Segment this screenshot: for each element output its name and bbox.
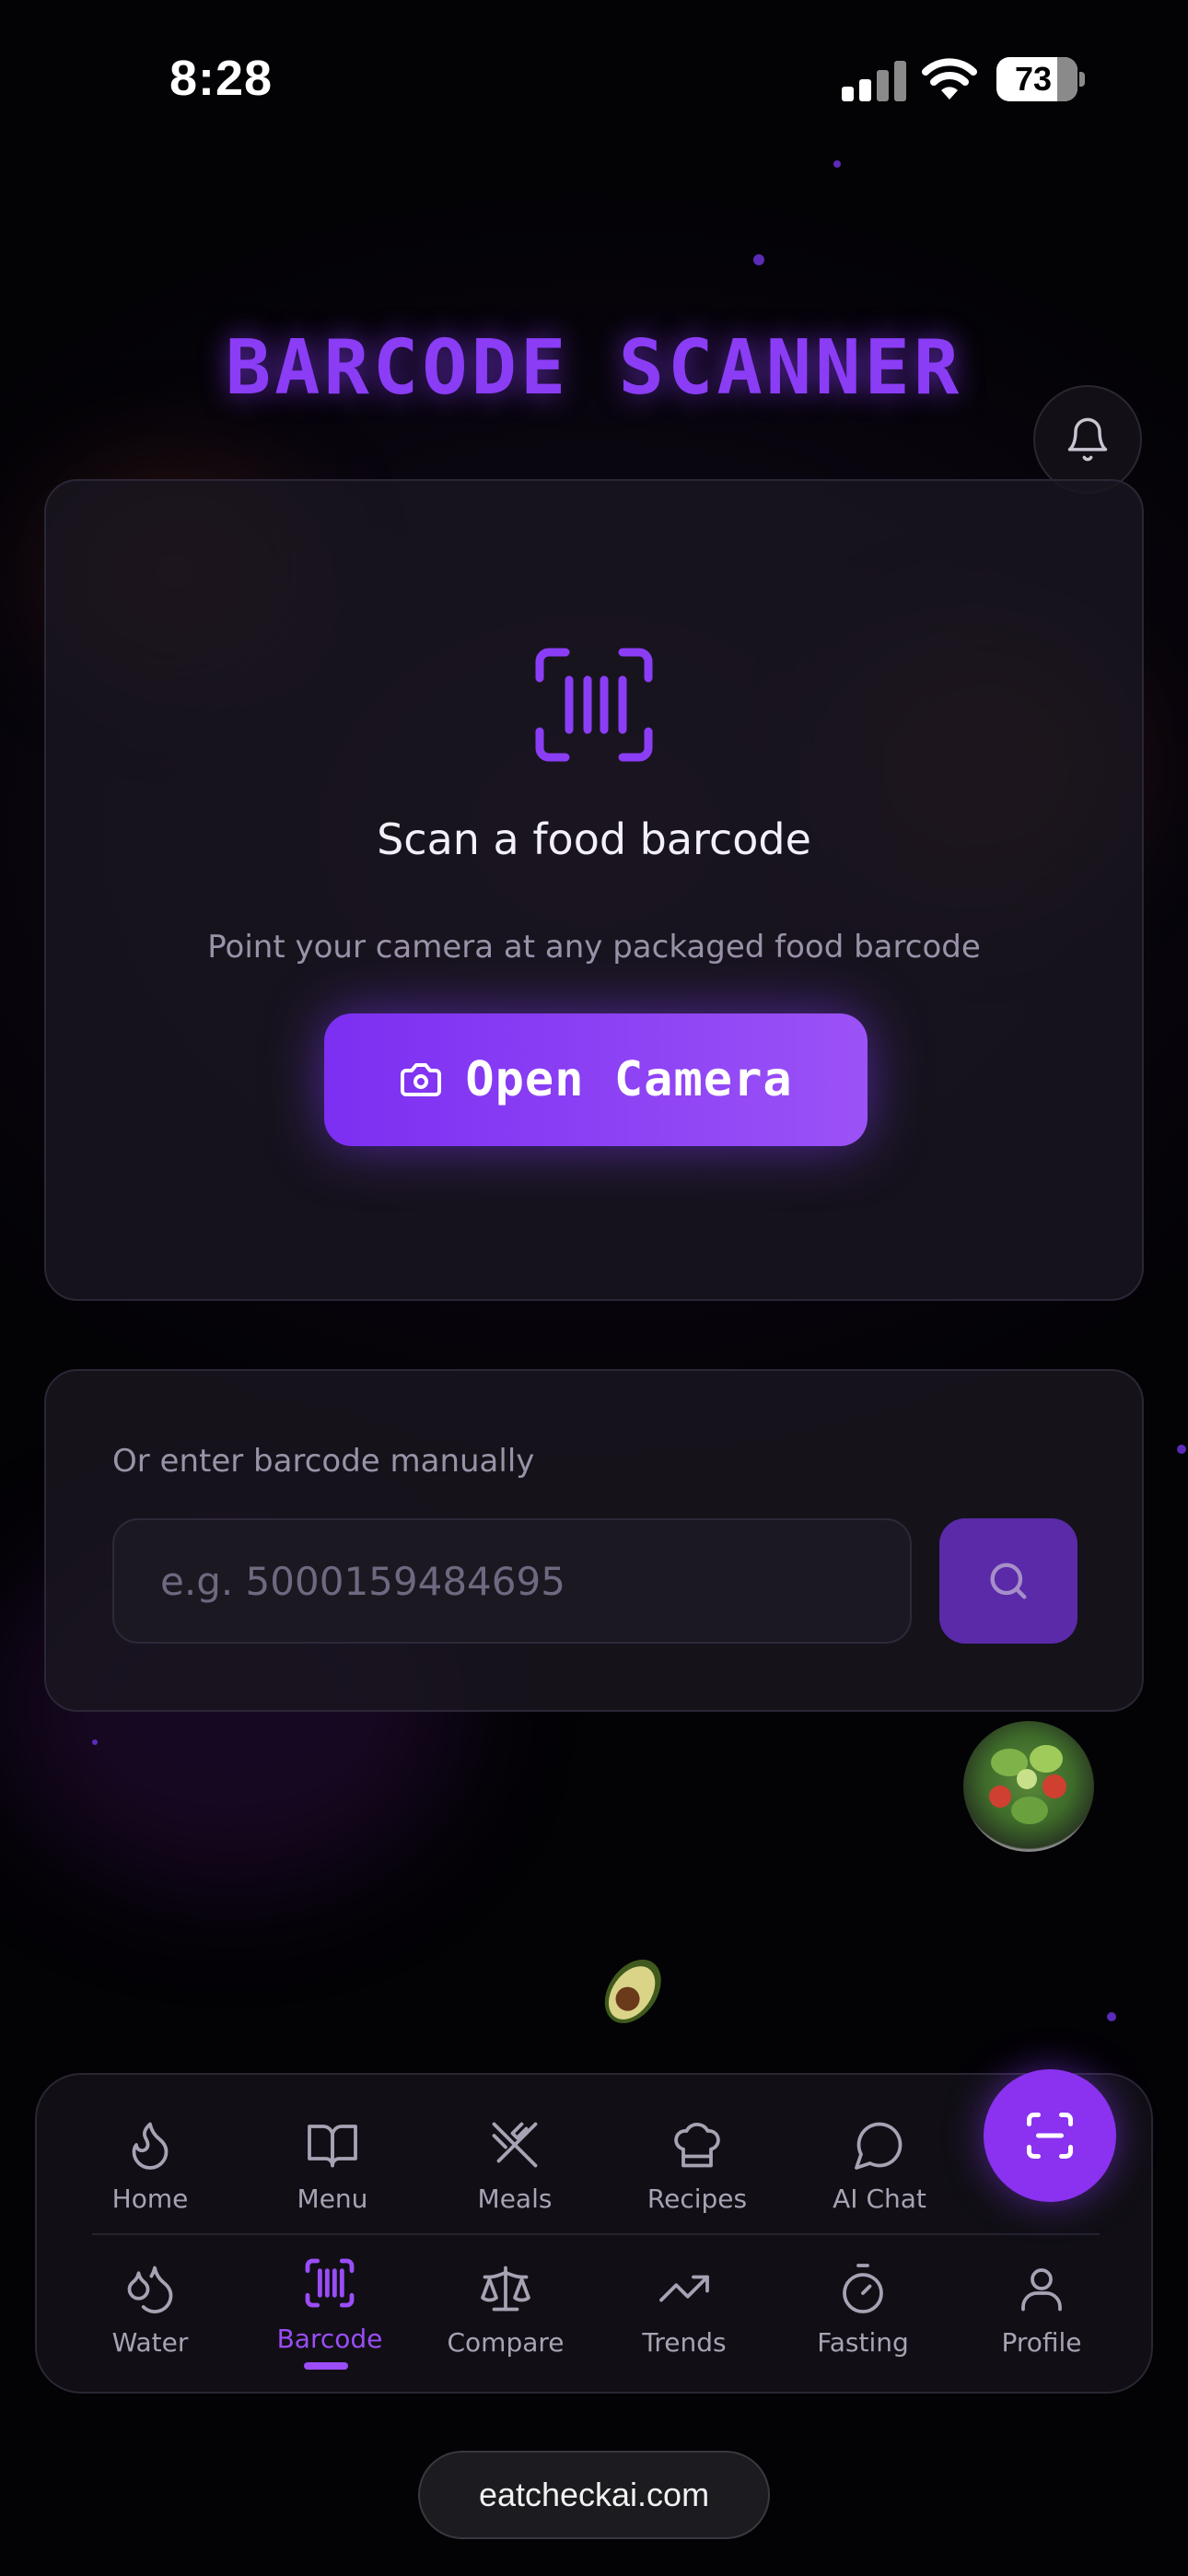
notifications-button[interactable] xyxy=(1033,385,1142,494)
scan-frame-icon xyxy=(1027,2113,1073,2159)
nav-label: Fasting xyxy=(817,2327,909,2358)
nav-item-fasting[interactable]: Fasting xyxy=(780,2261,946,2358)
battery-indicator: 73 xyxy=(996,57,1085,101)
open-camera-button[interactable]: Open Camera xyxy=(324,1013,868,1146)
avocado-image xyxy=(604,1959,661,2023)
nav-label: Recipes xyxy=(646,2184,748,2214)
nav-divider xyxy=(92,2233,1100,2235)
flame-icon xyxy=(132,2122,169,2170)
particle xyxy=(1177,1445,1186,1454)
nav-label: AI Chat xyxy=(833,2184,926,2214)
scan-subtitle: Point your camera at any packaged food b… xyxy=(207,929,981,966)
search-icon xyxy=(990,1563,1027,1599)
wifi-icon xyxy=(922,58,977,100)
nav-item-barcode[interactable]: Barcode xyxy=(247,2254,413,2354)
nav-item-ai-chat[interactable]: AI Chat xyxy=(797,2117,962,2214)
nav-item-meals[interactable]: Meals xyxy=(432,2117,598,2214)
manual-entry-label: Or enter barcode manually xyxy=(112,1443,535,1480)
nav-item-profile[interactable]: Profile xyxy=(959,2261,1124,2358)
battery-level: 73 xyxy=(1014,60,1053,98)
nav-item-menu[interactable]: Menu xyxy=(250,2117,415,2214)
scan-card: Scan a food barcode Point your camera at… xyxy=(44,479,1144,1301)
nav-item-recipes[interactable]: Recipes xyxy=(614,2117,780,2214)
url-bar[interactable]: eatcheckai.com xyxy=(418,2451,770,2539)
open-camera-label: Open Camera xyxy=(465,1052,793,1107)
droplets-icon xyxy=(127,2266,173,2313)
nav-label: Menu xyxy=(297,2184,368,2214)
nav-item-water[interactable]: Water xyxy=(67,2261,233,2358)
book-icon xyxy=(308,2125,357,2168)
search-button[interactable] xyxy=(939,1518,1077,1644)
status-time: 8:28 xyxy=(169,51,274,106)
active-tab-indicator xyxy=(304,2362,348,2370)
nav-item-compare[interactable]: Compare xyxy=(423,2261,588,2358)
user-icon xyxy=(1021,2268,1062,2312)
barcode-input[interactable] xyxy=(112,1518,912,1644)
nav-label: Water xyxy=(111,2327,189,2358)
salad-bowl-image xyxy=(963,1721,1094,1852)
barcode-icon xyxy=(305,2258,355,2308)
cellular-signal-icon xyxy=(842,61,906,101)
barcode-scan-icon xyxy=(535,648,653,762)
nav-item-trends[interactable]: Trends xyxy=(601,2261,767,2358)
nav-label: Home xyxy=(111,2184,189,2214)
nav-label: Profile xyxy=(1001,2327,1082,2358)
chat-bubble-icon xyxy=(855,2122,903,2170)
timer-icon xyxy=(843,2264,883,2313)
manual-entry-card: Or enter barcode manually xyxy=(44,1369,1144,1712)
camera-icon xyxy=(401,1063,442,1096)
chef-hat-icon xyxy=(674,2122,720,2168)
nav-item-home[interactable]: Home xyxy=(67,2117,233,2214)
scan-heading: Scan a food barcode xyxy=(377,814,811,864)
utensils-icon xyxy=(492,2122,538,2168)
particle xyxy=(1107,2012,1116,2021)
quick-scan-button[interactable] xyxy=(984,2069,1116,2202)
nav-label: Compare xyxy=(447,2327,565,2358)
particle xyxy=(833,160,841,168)
nav-label: Barcode xyxy=(276,2324,383,2354)
particle xyxy=(92,1739,98,1745)
nav-label: Trends xyxy=(642,2327,727,2358)
page-title: BARCODE SCANNER xyxy=(225,324,963,412)
nav-label: Meals xyxy=(477,2184,553,2214)
trending-up-icon xyxy=(659,2275,709,2302)
bell-icon xyxy=(1067,417,1108,462)
particle xyxy=(753,254,764,265)
scale-icon xyxy=(481,2266,530,2312)
